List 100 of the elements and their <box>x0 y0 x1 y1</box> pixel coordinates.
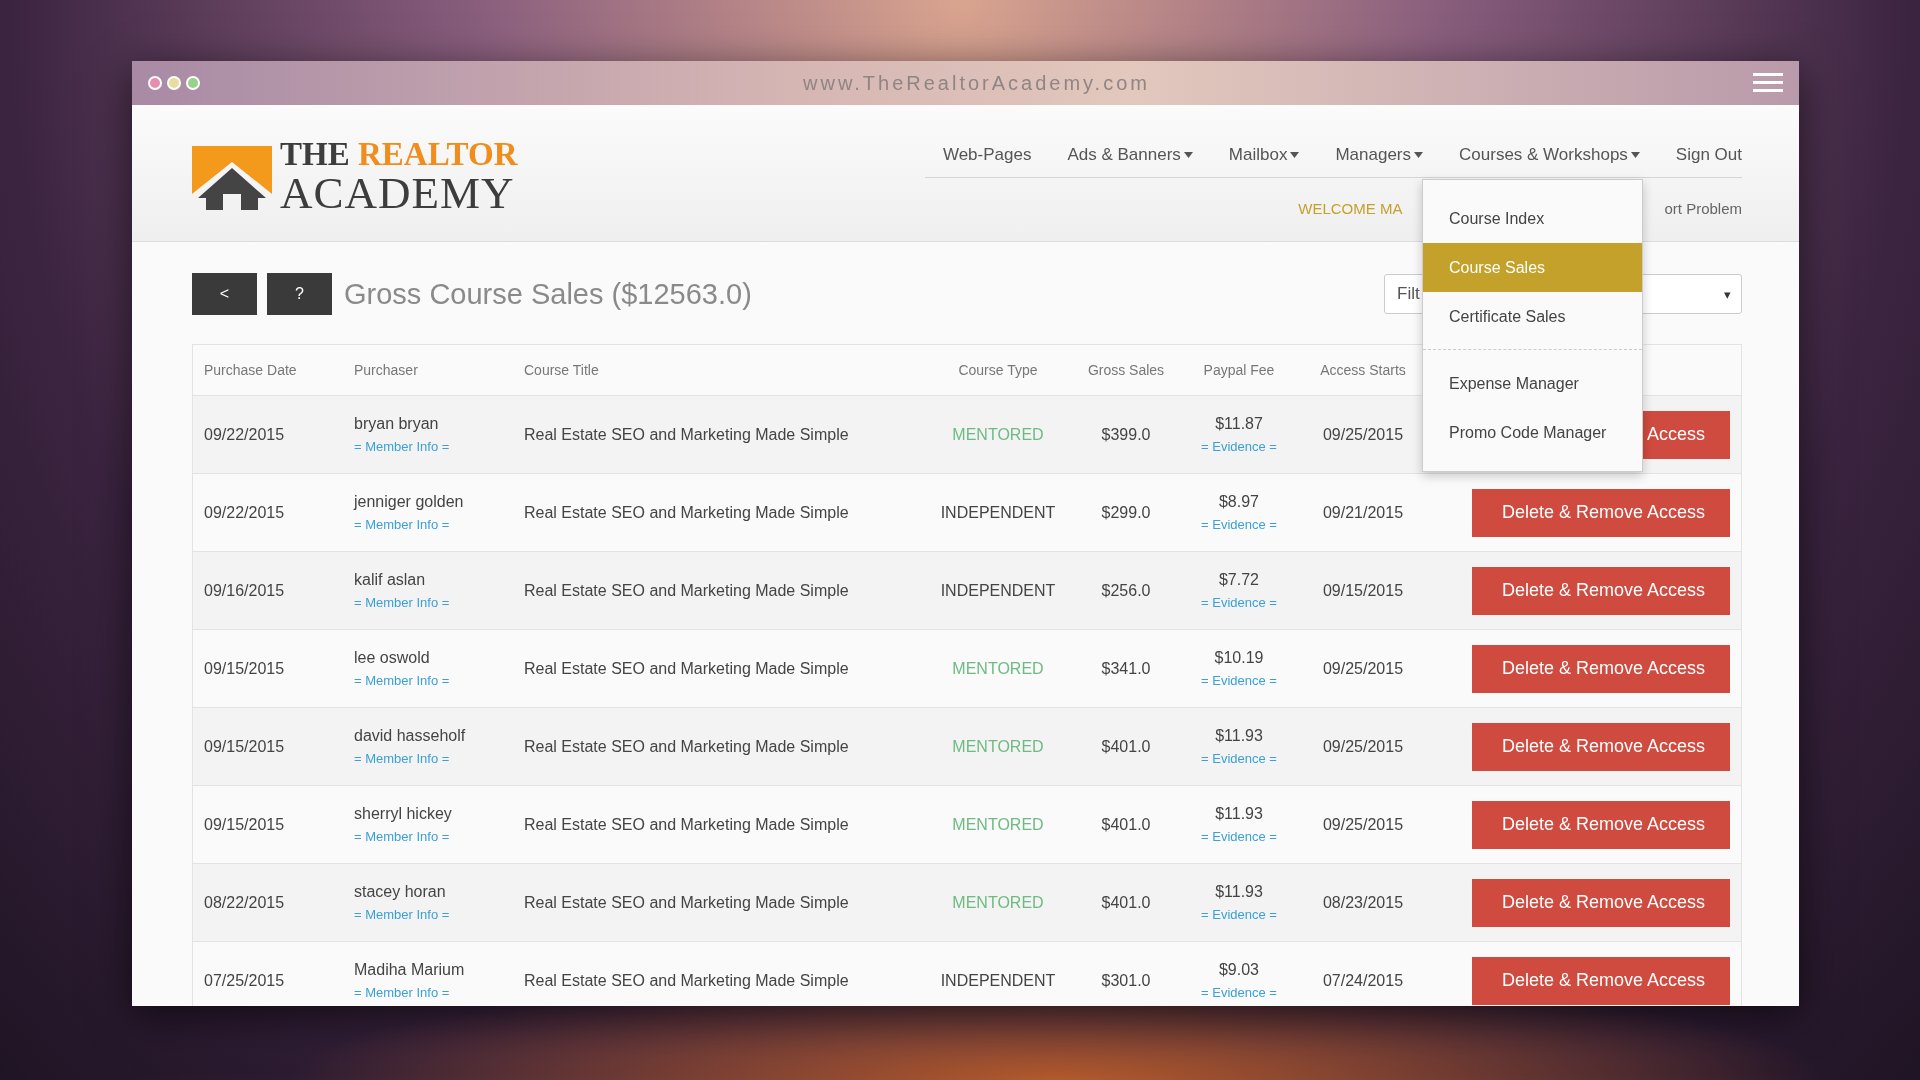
purchaser-name: bryan bryan <box>354 415 439 433</box>
table-cell-text: 09/22/2015 <box>203 503 286 522</box>
course-type-text: MENTORED <box>951 815 1045 834</box>
evidence-link[interactable]: = Evidence = <box>1201 907 1277 922</box>
url-text: www.TheRealtorAcademy.com <box>802 71 1151 95</box>
delete-access-button[interactable]: Delete & Remove Access <box>1472 566 1730 615</box>
minimize-dot[interactable] <box>167 76 181 90</box>
table-cell-text: 09/15/2015 <box>203 659 286 678</box>
table-cell-text: Real Estate SEO and Marketing Made Simple <box>523 737 850 756</box>
menu-item[interactable]: Expense Manager <box>1423 359 1642 408</box>
close-dot[interactable] <box>148 76 162 90</box>
table-cell-text: 09/25/2015 <box>1321 659 1405 678</box>
table-cell-text: $399.0 <box>1100 425 1152 444</box>
purchaser-name: sherryl hickey <box>354 805 452 823</box>
fee-amount: $7.72 <box>1218 571 1259 589</box>
nav-link[interactable]: Ads & Banners <box>1049 145 1211 165</box>
menu-icon[interactable] <box>1753 73 1783 93</box>
table-cell-text: Real Estate SEO and Marketing Made Simple <box>523 659 850 678</box>
delete-access-button[interactable]: Delete & Remove Access <box>1472 722 1730 771</box>
evidence-link[interactable]: = Evidence = <box>1201 673 1277 688</box>
table-cell-text: $401.0 <box>1100 737 1152 756</box>
menu-item[interactable]: Course Sales <box>1423 243 1642 292</box>
table-cell-text: Real Estate SEO and Marketing Made Simple <box>523 971 850 990</box>
evidence-link[interactable]: = Evidence = <box>1201 517 1277 532</box>
course-type-text: INDEPENDENT <box>939 581 1057 600</box>
nav-link[interactable]: Web-Pages <box>924 145 1050 165</box>
table-cell-text: 09/15/2015 <box>203 737 286 756</box>
delete-access-button[interactable]: Delete & Remove Access <box>1472 644 1730 693</box>
page-title: Gross Course Sales ($12563.0) <box>344 277 752 311</box>
menu-item[interactable]: Course Index <box>1423 194 1642 243</box>
table-cell-text: 09/15/2015 <box>1321 581 1405 600</box>
table-cell-text: 09/25/2015 <box>1321 425 1405 444</box>
evidence-link[interactable]: = Evidence = <box>1201 829 1277 844</box>
menu-item[interactable]: Certificate Sales <box>1423 292 1642 341</box>
evidence-link[interactable]: = Evidence = <box>1201 439 1277 454</box>
house-logo-icon <box>192 144 272 210</box>
evidence-link[interactable]: = Evidence = <box>1201 985 1277 1000</box>
course-type-text: MENTORED <box>951 425 1045 444</box>
report-problem-link[interactable]: ort Problem <box>1664 200 1742 217</box>
column-header: Paypal Fee <box>1202 362 1276 378</box>
fee-amount: $11.93 <box>1215 727 1263 745</box>
back-button[interactable]: < <box>192 273 257 315</box>
fee-amount: $11.87 <box>1215 415 1263 433</box>
member-info-link[interactable]: = Member Info = <box>354 907 450 922</box>
nav-link[interactable]: Managers <box>1317 145 1442 165</box>
welcome-text: WELCOME MA <box>1298 200 1403 217</box>
column-header: Course Title <box>523 362 600 378</box>
table-cell-text: 09/16/2015 <box>203 581 286 600</box>
purchaser-name: david hasseholf <box>354 727 466 745</box>
delete-access-button[interactable]: Delete & Remove Access <box>1472 878 1730 927</box>
fee-amount: $11.93 <box>1215 805 1263 823</box>
delete-access-button[interactable]: Delete & Remove Access <box>1472 956 1730 1005</box>
column-header: Purchase Date <box>203 362 298 378</box>
member-info-link[interactable]: = Member Info = <box>354 985 450 1000</box>
fee-amount: $10.19 <box>1214 649 1264 667</box>
evidence-link[interactable]: = Evidence = <box>1201 751 1277 766</box>
column-header: Gross Sales <box>1086 362 1166 378</box>
column-header: Purchaser <box>353 362 419 378</box>
table-cell-text: 08/23/2015 <box>1321 893 1405 912</box>
fee-amount: $9.03 <box>1218 961 1259 979</box>
course-type-text: INDEPENDENT <box>939 503 1057 522</box>
column-header: Course Type <box>957 362 1039 378</box>
member-info-link[interactable]: = Member Info = <box>354 595 450 610</box>
member-info-link[interactable]: = Member Info = <box>354 439 450 454</box>
evidence-link[interactable]: = Evidence = <box>1201 595 1277 610</box>
column-header: Access Starts <box>1319 362 1407 378</box>
purchaser-name: kalif aslan <box>354 571 426 589</box>
purchaser-name: jenniger golden <box>354 493 464 511</box>
member-info-link[interactable]: = Member Info = <box>354 517 450 532</box>
course-type-text: MENTORED <box>951 737 1045 756</box>
help-button[interactable]: ? <box>267 273 332 315</box>
fee-amount: $8.97 <box>1218 493 1259 511</box>
delete-access-button[interactable]: Delete & Remove Access <box>1472 800 1730 849</box>
nav-link[interactable]: Sign Out <box>1657 145 1742 165</box>
purchaser-name: Madiha Marium <box>354 961 465 979</box>
table-cell-text: Real Estate SEO and Marketing Made Simple <box>523 893 850 912</box>
nav-link[interactable]: Mailbox <box>1210 145 1318 165</box>
table-cell-text: 09/25/2015 <box>1321 815 1405 834</box>
nav-link[interactable]: Courses & Workshops <box>1441 145 1658 165</box>
table-cell-text: 09/22/2015 <box>203 425 286 444</box>
menu-item[interactable]: Promo Code Manager <box>1423 408 1642 457</box>
table-cell-text: $299.0 <box>1100 503 1152 522</box>
table-cell-text: Real Estate SEO and Marketing Made Simple <box>523 425 850 444</box>
course-type-text: MENTORED <box>951 893 1045 912</box>
course-type-text: INDEPENDENT <box>939 971 1057 990</box>
maximize-dot[interactable] <box>186 76 200 90</box>
table-cell-text: 09/21/2015 <box>1321 503 1405 522</box>
member-info-link[interactable]: = Member Info = <box>354 829 450 844</box>
table-cell-text: $341.0 <box>1100 659 1152 678</box>
table-cell-text: $301.0 <box>1100 971 1152 990</box>
table-cell-text: $256.0 <box>1100 581 1152 600</box>
member-info-link[interactable]: = Member Info = <box>354 673 450 688</box>
member-info-link[interactable]: = Member Info = <box>354 751 450 766</box>
table-cell-text: $401.0 <box>1100 893 1152 912</box>
course-type-text: MENTORED <box>951 659 1045 678</box>
delete-access-button[interactable]: Delete & Remove Access <box>1472 488 1730 537</box>
table-cell-text: 08/22/2015 <box>203 893 286 912</box>
table-cell-text: 09/25/2015 <box>1321 737 1405 756</box>
table-cell-text: 09/15/2015 <box>203 815 286 834</box>
table-cell-text: Real Estate SEO and Marketing Made Simple <box>523 503 850 522</box>
